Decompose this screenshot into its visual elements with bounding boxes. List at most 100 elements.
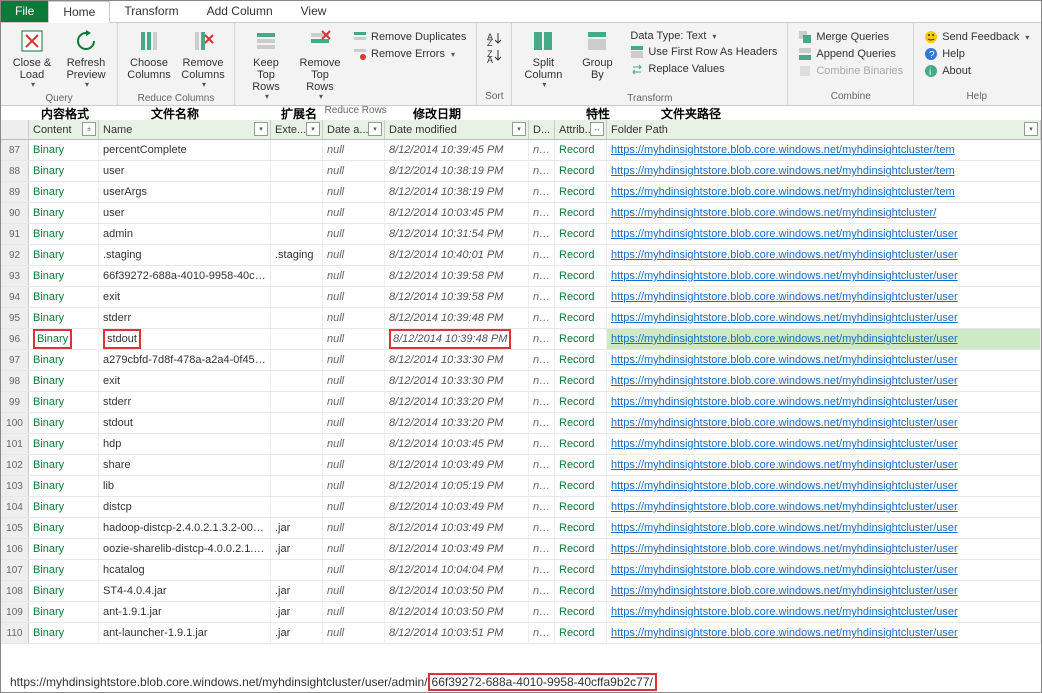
cell-attributes[interactable]: Record bbox=[555, 602, 607, 622]
table-row[interactable]: 110Binaryant-launcher-1.9.1.jar.jarnull8… bbox=[1, 623, 1041, 644]
split-column-button[interactable]: Split Column bbox=[518, 25, 568, 92]
cell-attributes[interactable]: Record bbox=[555, 476, 607, 496]
cell-folder[interactable]: https://myhdinsightstore.blob.core.windo… bbox=[607, 140, 1041, 160]
table-row[interactable]: 102Binarysharenull8/12/2014 10:03:49 PMn… bbox=[1, 455, 1041, 476]
cell-content[interactable]: Binary bbox=[29, 392, 99, 412]
table-row[interactable]: 108BinaryST4-4.0.4.jar.jarnull8/12/2014 … bbox=[1, 581, 1041, 602]
cell-folder[interactable]: https://myhdinsightstore.blob.core.windo… bbox=[607, 623, 1041, 643]
cell-content[interactable]: Binary bbox=[29, 413, 99, 433]
cell-folder[interactable]: https://myhdinsightstore.blob.core.windo… bbox=[607, 434, 1041, 454]
cell-attributes[interactable]: Record bbox=[555, 203, 607, 223]
cell-attributes[interactable]: Record bbox=[555, 539, 607, 559]
cell-content[interactable]: Binary bbox=[29, 518, 99, 538]
cell-folder[interactable]: https://myhdinsightstore.blob.core.windo… bbox=[607, 581, 1041, 601]
cell-folder[interactable]: https://myhdinsightstore.blob.core.windo… bbox=[607, 203, 1041, 223]
cell-content[interactable]: Binary bbox=[29, 476, 99, 496]
table-row[interactable]: 103Binarylibnull8/12/2014 10:05:19 PMnul… bbox=[1, 476, 1041, 497]
refresh-preview-button[interactable]: Refresh Preview bbox=[61, 25, 111, 92]
cell-attributes[interactable]: Record bbox=[555, 308, 607, 328]
cell-attributes[interactable]: Record bbox=[555, 371, 607, 391]
cell-folder[interactable]: https://myhdinsightstore.blob.core.windo… bbox=[607, 161, 1041, 181]
col-attributes[interactable]: Attrib...↔ bbox=[555, 120, 607, 139]
append-queries-button[interactable]: Append Queries bbox=[794, 46, 900, 62]
cell-content[interactable]: Binary bbox=[29, 266, 99, 286]
filter-icon[interactable]: ▾ bbox=[512, 122, 526, 136]
cell-content[interactable]: Binary bbox=[29, 140, 99, 160]
table-row[interactable]: 97Binarya279cbfd-7d8f-478a-a2a4-0f45d73n… bbox=[1, 350, 1041, 371]
cell-content[interactable]: Binary bbox=[29, 329, 99, 349]
table-row[interactable]: 96Binarystdoutnull8/12/2014 10:39:48 PMn… bbox=[1, 329, 1041, 350]
cell-folder[interactable]: https://myhdinsightstore.blob.core.windo… bbox=[607, 224, 1041, 244]
filter-icon[interactable]: ▾ bbox=[1024, 122, 1038, 136]
cell-folder[interactable]: https://myhdinsightstore.blob.core.windo… bbox=[607, 350, 1041, 370]
tab-transform[interactable]: Transform bbox=[110, 1, 192, 22]
table-row[interactable]: 88Binaryusernull8/12/2014 10:38:19 PMnul… bbox=[1, 161, 1041, 182]
cell-content[interactable]: Binary bbox=[29, 434, 99, 454]
cell-attributes[interactable]: Record bbox=[555, 392, 607, 412]
table-row[interactable]: 105Binaryhadoop-distcp-2.4.0.2.1.3.2-000… bbox=[1, 518, 1041, 539]
table-row[interactable]: 93Binary66f39272-688a-4010-9958-40cffa9n… bbox=[1, 266, 1041, 287]
col-name[interactable]: Name▾ bbox=[99, 120, 271, 139]
cell-content[interactable]: Binary bbox=[29, 497, 99, 517]
remove-errors-button[interactable]: Remove Errors bbox=[349, 46, 470, 62]
cell-folder[interactable]: https://myhdinsightstore.blob.core.windo… bbox=[607, 182, 1041, 202]
cell-folder[interactable]: https://myhdinsightstore.blob.core.windo… bbox=[607, 245, 1041, 265]
cell-attributes[interactable]: Record bbox=[555, 413, 607, 433]
col-d[interactable]: D... bbox=[529, 120, 555, 139]
cell-folder[interactable]: https://myhdinsightstore.blob.core.windo… bbox=[607, 329, 1041, 349]
cell-folder[interactable]: https://myhdinsightstore.blob.core.windo… bbox=[607, 602, 1041, 622]
cell-folder[interactable]: https://myhdinsightstore.blob.core.windo… bbox=[607, 539, 1041, 559]
table-row[interactable]: 92Binary.staging.stagingnull8/12/2014 10… bbox=[1, 245, 1041, 266]
cell-attributes[interactable]: Record bbox=[555, 266, 607, 286]
combine-binaries-button[interactable]: Combine Binaries bbox=[794, 63, 907, 79]
cell-folder[interactable]: https://myhdinsightstore.blob.core.windo… bbox=[607, 476, 1041, 496]
cell-content[interactable]: Binary bbox=[29, 371, 99, 391]
cell-attributes[interactable]: Record bbox=[555, 182, 607, 202]
filter-icon[interactable]: ▾ bbox=[306, 122, 320, 136]
table-row[interactable]: 91Binaryadminnull8/12/2014 10:31:54 PMnu… bbox=[1, 224, 1041, 245]
sort-asc-button[interactable]: AZ bbox=[483, 29, 505, 45]
cell-folder[interactable]: https://myhdinsightstore.blob.core.windo… bbox=[607, 560, 1041, 580]
tab-home[interactable]: Home bbox=[48, 1, 110, 23]
table-row[interactable]: 98Binaryexitnull8/12/2014 10:33:30 PMnul… bbox=[1, 371, 1041, 392]
table-row[interactable]: 101Binaryhdpnull8/12/2014 10:03:45 PMnul… bbox=[1, 434, 1041, 455]
cell-content[interactable]: Binary bbox=[29, 623, 99, 643]
cell-content[interactable]: Binary bbox=[29, 308, 99, 328]
close-load-button[interactable]: Close & Load bbox=[7, 25, 57, 92]
tab-view[interactable]: View bbox=[287, 1, 341, 22]
cell-content[interactable]: Binary bbox=[29, 560, 99, 580]
cell-attributes[interactable]: Record bbox=[555, 161, 607, 181]
filter-icon[interactable]: ▾ bbox=[254, 122, 268, 136]
remove-top-rows-button[interactable]: Remove Top Rows bbox=[295, 25, 345, 104]
col-ext[interactable]: Exte...▾ bbox=[271, 120, 323, 139]
cell-attributes[interactable]: Record bbox=[555, 434, 607, 454]
col-date-accessed[interactable]: Date a...▾ bbox=[323, 120, 385, 139]
cell-folder[interactable]: https://myhdinsightstore.blob.core.windo… bbox=[607, 455, 1041, 475]
cell-folder[interactable]: https://myhdinsightstore.blob.core.windo… bbox=[607, 287, 1041, 307]
cell-content[interactable]: Binary bbox=[29, 350, 99, 370]
sort-desc-button[interactable]: ZA bbox=[483, 46, 505, 62]
cell-attributes[interactable]: Record bbox=[555, 455, 607, 475]
send-feedback-button[interactable]: Send Feedback bbox=[920, 29, 1033, 45]
cell-attributes[interactable]: Record bbox=[555, 560, 607, 580]
cell-attributes[interactable]: Record bbox=[555, 140, 607, 160]
cell-folder[interactable]: https://myhdinsightstore.blob.core.windo… bbox=[607, 497, 1041, 517]
cell-folder[interactable]: https://myhdinsightstore.blob.core.windo… bbox=[607, 266, 1041, 286]
cell-folder[interactable]: https://myhdinsightstore.blob.core.windo… bbox=[607, 371, 1041, 391]
table-row[interactable]: 99Binarystderrnull8/12/2014 10:33:20 PMn… bbox=[1, 392, 1041, 413]
table-row[interactable]: 90Binaryusernull8/12/2014 10:03:45 PMnul… bbox=[1, 203, 1041, 224]
table-row[interactable]: 104Binarydistcpnull8/12/2014 10:03:49 PM… bbox=[1, 497, 1041, 518]
cell-content[interactable]: Binary bbox=[29, 455, 99, 475]
table-row[interactable]: 106Binaryoozie-sharelib-distcp-4.0.0.2.1… bbox=[1, 539, 1041, 560]
cell-content[interactable]: Binary bbox=[29, 203, 99, 223]
help-button[interactable]: ?Help bbox=[920, 46, 969, 62]
cell-attributes[interactable]: Record bbox=[555, 245, 607, 265]
cell-folder[interactable]: https://myhdinsightstore.blob.core.windo… bbox=[607, 518, 1041, 538]
keep-top-rows-button[interactable]: Keep Top Rows bbox=[241, 25, 291, 104]
cell-attributes[interactable]: Record bbox=[555, 623, 607, 643]
cell-attributes[interactable]: Record bbox=[555, 224, 607, 244]
filter-icon[interactable]: ± bbox=[82, 122, 96, 136]
cell-content[interactable]: Binary bbox=[29, 287, 99, 307]
cell-content[interactable]: Binary bbox=[29, 224, 99, 244]
data-type-button[interactable]: Data Type: Text bbox=[626, 29, 781, 43]
